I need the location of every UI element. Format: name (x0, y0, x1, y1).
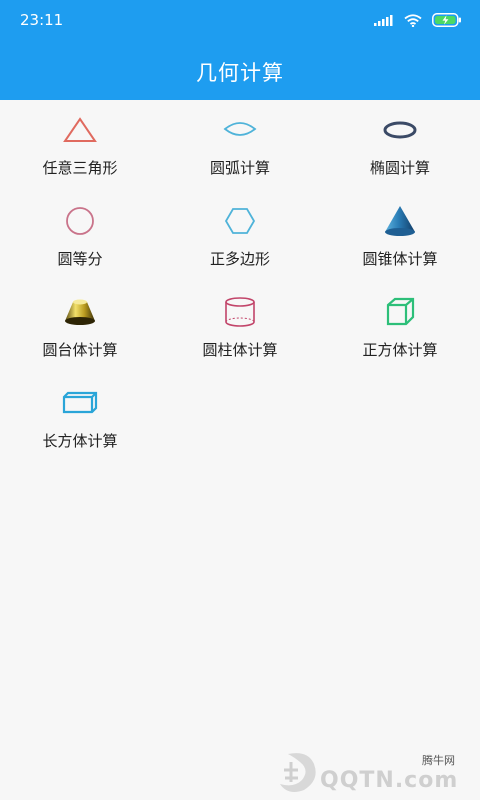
status-icons (374, 13, 462, 27)
frustum-icon (65, 299, 95, 325)
tool-circle-division[interactable]: 圆等分 (0, 191, 160, 282)
tool-cylinder[interactable]: 圆柱体计算 (160, 282, 320, 373)
tool-label: 正多边形 (209, 250, 270, 268)
cuboid-icon (62, 391, 98, 414)
tool-cuboid[interactable]: 长方体计算 (0, 373, 160, 464)
tool-arc[interactable]: 圆弧计算 (160, 100, 320, 191)
tool-label: 圆台体计算 (42, 341, 118, 359)
cylinder-icon (225, 297, 255, 327)
arc-icon (223, 122, 257, 136)
ellipse-icon (383, 121, 417, 139)
hexagon-icon (224, 208, 256, 234)
tool-frustum[interactable]: 圆台体计算 (0, 282, 160, 373)
status-time: 23:11 (20, 11, 64, 29)
triangle-icon (63, 117, 97, 142)
cone-icon (385, 206, 415, 236)
tool-label: 椭圆计算 (369, 159, 430, 177)
tool-triangle[interactable]: 任意三角形 (0, 100, 160, 191)
tool-label: 任意三角形 (42, 159, 118, 177)
status-bar: 23:11 (0, 0, 480, 44)
tool-regular-polygon[interactable]: 正多边形 (160, 191, 320, 282)
app-bar: 几何计算 (0, 44, 480, 100)
tool-ellipse[interactable]: 椭圆计算 (320, 100, 480, 191)
battery-icon (432, 13, 462, 27)
tool-label: 圆锥体计算 (362, 250, 438, 268)
tool-cone[interactable]: 圆锥体计算 (320, 191, 480, 282)
page-title: 几何计算 (196, 61, 284, 85)
watermark-brand: QQTN.com (320, 768, 459, 793)
cube-icon (386, 297, 415, 326)
circle-icon (66, 207, 94, 235)
tool-label: 长方体计算 (42, 432, 118, 450)
tool-label: 圆弧计算 (209, 159, 270, 177)
tool-label: 正方体计算 (362, 341, 438, 359)
signal-icon (374, 14, 394, 26)
watermark: 腾牛网 QQTN.com (274, 748, 474, 798)
tool-grid: 任意三角形 圆弧计算 椭圆计算 圆等分 正多边形 圆锥体计算 圆台体计算 圆柱体… (0, 100, 480, 464)
wifi-icon (404, 13, 422, 27)
watermark-logo-icon (274, 748, 320, 800)
tool-label: 圆柱体计算 (202, 341, 278, 359)
tool-cube[interactable]: 正方体计算 (320, 282, 480, 373)
watermark-site-name: 腾牛网 (422, 754, 455, 767)
tool-label: 圆等分 (57, 250, 103, 268)
